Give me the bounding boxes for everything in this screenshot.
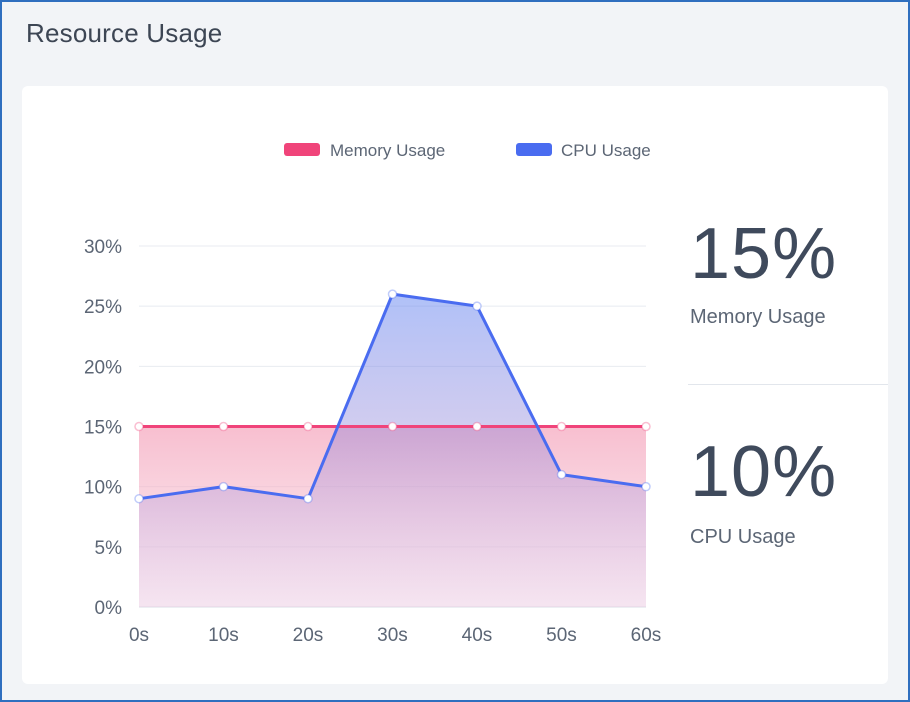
data-point	[556, 469, 567, 480]
data-point	[303, 493, 313, 504]
memory-usage-label: Memory Usage	[690, 306, 826, 328]
y-tick-label: 30%	[84, 237, 122, 258]
cpu-usage-label: CPU Usage	[690, 526, 796, 548]
x-tick-label: 20s	[293, 625, 324, 646]
data-point	[472, 301, 482, 311]
data-point	[218, 481, 229, 492]
x-tick-label: 0s	[129, 625, 149, 646]
x-tick-label: 40s	[462, 625, 493, 646]
memory-usage-value: 15%	[690, 214, 838, 294]
legend-label: CPU Usage	[561, 141, 651, 160]
data-point	[387, 289, 398, 299]
y-tick-label: 25%	[84, 297, 122, 318]
data-point	[218, 421, 229, 432]
resource-usage-chart: 0%5%10%15%20%25%30%0s 10s 20s 30s 40s 50s 60s …	[84, 141, 662, 646]
y-tick-label: 20%	[84, 357, 122, 378]
data-point	[641, 481, 651, 492]
data-point	[134, 493, 144, 504]
data-point	[641, 421, 651, 432]
legend-swatch	[516, 143, 552, 156]
y-tick-label: 5%	[95, 538, 123, 559]
legend-label: Memory Usage	[330, 141, 445, 160]
data-point	[387, 421, 398, 432]
x-tick-label: 50s	[546, 625, 577, 646]
x-tick-label: 30s	[377, 625, 408, 646]
y-tick-label: 15%	[84, 418, 122, 439]
x-tick-label: 10s	[208, 625, 239, 646]
data-point	[134, 421, 144, 432]
data-point	[556, 421, 567, 432]
y-tick-label: 10%	[84, 478, 122, 499]
cpu-usage-value: 10%	[690, 432, 838, 512]
legend-swatch	[284, 143, 320, 156]
stats-divider	[688, 384, 888, 385]
data-point	[472, 421, 482, 432]
data-point	[303, 421, 313, 432]
x-tick-label: 60s	[631, 625, 662, 646]
y-tick-label: 0%	[95, 598, 123, 619]
